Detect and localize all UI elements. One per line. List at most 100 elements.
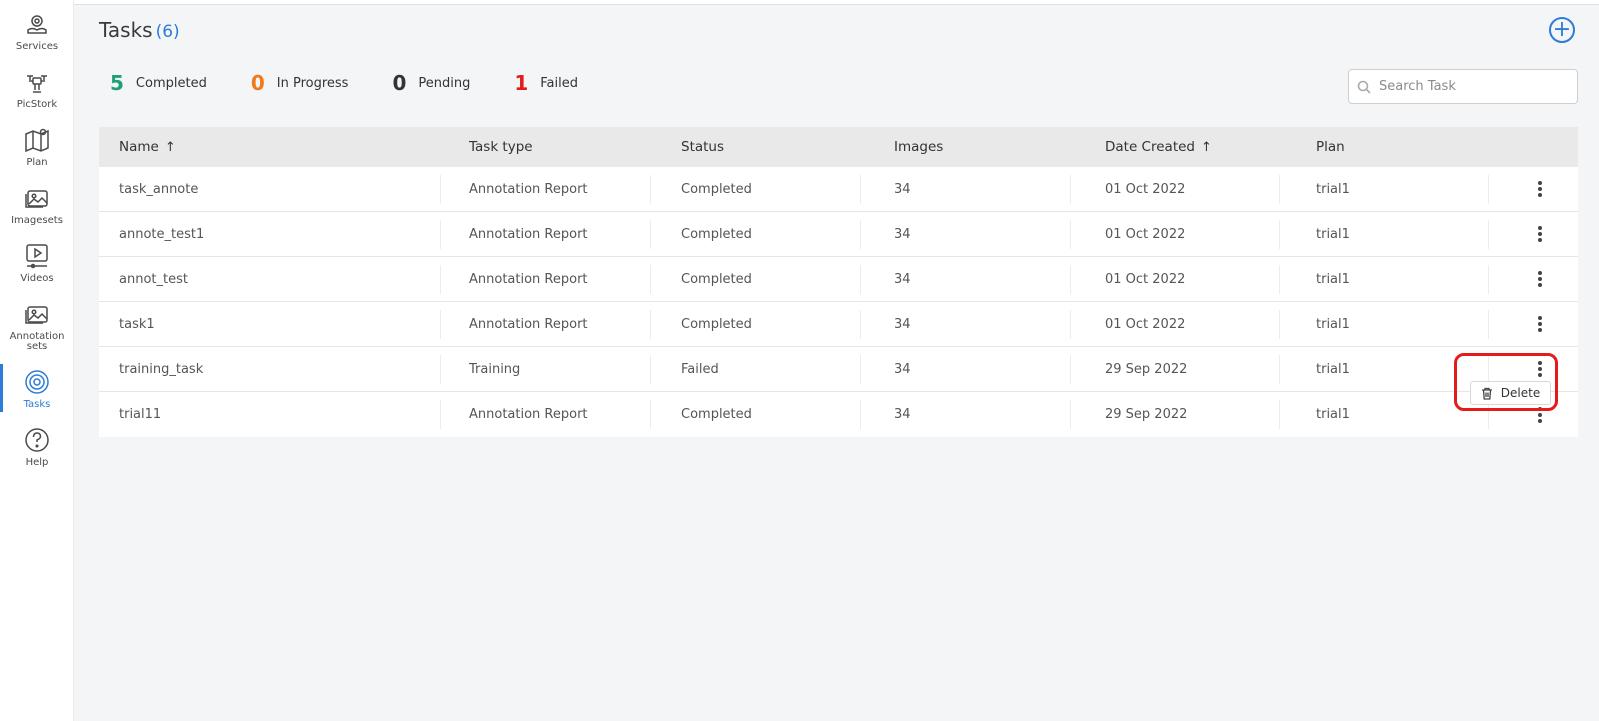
stat-label: Pending (418, 75, 471, 91)
sidebar-item-imagesets[interactable]: Imagesets (0, 184, 74, 226)
column-header-task-type[interactable]: Task type (469, 139, 533, 155)
cell-plan: trial1 (1316, 226, 1350, 242)
delete-menu-item[interactable]: Delete (1470, 381, 1551, 405)
row-menu-icon[interactable] (1531, 314, 1549, 334)
sidebar-item-picstork[interactable]: PicStork (0, 68, 74, 110)
column-divider (440, 220, 441, 249)
stat-number: 1 (514, 71, 529, 95)
column-label: Name (119, 139, 159, 155)
column-divider (1488, 310, 1489, 339)
row-menu-icon[interactable] (1531, 269, 1549, 289)
column-divider (860, 220, 861, 249)
cell-name: task1 (119, 316, 155, 332)
column-divider (1279, 220, 1280, 249)
active-indicator (0, 364, 3, 412)
sort-arrow-icon[interactable]: ↑ (1201, 140, 1212, 155)
sidebar-item-label: Annotation sets (9, 331, 65, 352)
row-menu-icon[interactable] (1531, 179, 1549, 199)
table-row[interactable]: task_annote Annotation Report Completed … (99, 167, 1578, 212)
stat-in-progress: 0 In Progress (251, 71, 349, 95)
cell-status: Completed (681, 271, 752, 287)
cell-status: Completed (681, 226, 752, 242)
column-divider (440, 265, 441, 294)
column-divider (650, 220, 651, 249)
table-row[interactable]: training_task Training Failed 34 29 Sep … (99, 347, 1578, 392)
sidebar-item-videos[interactable]: Videos (0, 242, 74, 284)
images-icon (25, 190, 48, 208)
sidebar-item-annotation-sets[interactable]: Annotation sets (0, 300, 74, 352)
sidebar-item-services[interactable]: Services (0, 10, 74, 52)
column-divider (1279, 310, 1280, 339)
stat-number: 5 (110, 71, 124, 95)
cell-images: 34 (894, 271, 911, 287)
search-input[interactable] (1379, 79, 1569, 94)
column-divider (650, 265, 651, 294)
task-count: (6) (155, 22, 180, 42)
column-divider (440, 310, 441, 339)
column-divider (440, 355, 441, 384)
sidebar-item-plan[interactable]: Plan (0, 126, 74, 168)
stat-completed: 5 Completed (110, 71, 207, 95)
sort-arrow-icon[interactable]: ↑ (165, 140, 176, 155)
column-header-status[interactable]: Status (681, 139, 724, 155)
sidebar-item-help[interactable]: Help (0, 426, 74, 468)
sidebar-item-tasks[interactable]: Tasks (0, 364, 74, 412)
column-divider (1279, 355, 1280, 384)
column-divider (1070, 400, 1071, 429)
table-row[interactable]: annote_test1 Annotation Report Completed… (99, 212, 1578, 257)
stat-pending: 0 Pending (392, 71, 470, 95)
column-header-plan[interactable]: Plan (1316, 139, 1345, 155)
cell-status: Completed (681, 316, 752, 332)
cell-name: annot_test (119, 271, 188, 287)
row-menu-icon[interactable] (1531, 405, 1549, 425)
annotation-icon (25, 306, 48, 324)
table-row[interactable]: annot_test Annotation Report Completed 3… (99, 257, 1578, 302)
column-divider (1488, 355, 1489, 384)
video-icon (26, 244, 48, 269)
table-row[interactable]: task1 Annotation Report Completed 34 01 … (99, 302, 1578, 347)
cell-images: 34 (894, 316, 911, 332)
column-divider (860, 400, 861, 429)
column-header-date-created[interactable]: Date Created ↑ (1105, 139, 1212, 155)
column-divider (650, 310, 651, 339)
add-task-button[interactable]: + (1549, 17, 1575, 43)
tasks-table: Name ↑ Task type Status Images Date Creat… (99, 127, 1578, 437)
plus-circle-icon: + (1552, 17, 1572, 42)
cell-images: 34 (894, 226, 911, 242)
tasks-icon (25, 370, 49, 394)
column-divider (1279, 400, 1280, 429)
row-menu-icon[interactable] (1531, 224, 1549, 244)
sidebar-item-label: Videos (20, 273, 54, 284)
column-divider (1070, 175, 1071, 204)
cell-name: trial11 (119, 407, 162, 422)
sidebar-item-label: Imagesets (11, 215, 63, 226)
cell-task-type: Annotation Report (469, 271, 588, 287)
column-divider (650, 400, 651, 429)
column-divider (1279, 175, 1280, 204)
page-title-text: Tasks (99, 18, 153, 42)
table-header: Name ↑ Task type Status Images Date Creat… (99, 127, 1578, 167)
help-icon (25, 428, 49, 452)
column-divider (440, 400, 441, 429)
column-divider (650, 175, 651, 204)
trash-icon (1481, 387, 1492, 400)
page-title: Tasks (6) (99, 18, 180, 42)
column-header-images[interactable]: Images (894, 139, 943, 155)
cell-plan: trial1 (1316, 316, 1350, 332)
column-divider (1070, 310, 1071, 339)
column-divider (1279, 265, 1280, 294)
column-label: Date Created (1105, 139, 1195, 155)
stat-label: Failed (540, 75, 578, 91)
table-row[interactable]: trial11 Annotation Report Completed 34 2… (99, 392, 1578, 437)
cell-plan: trial1 (1316, 181, 1350, 197)
column-divider (860, 310, 861, 339)
drone-icon (27, 75, 47, 93)
cell-date-created: 01 Oct 2022 (1105, 226, 1186, 242)
search-icon (1357, 80, 1371, 94)
column-divider (1488, 265, 1489, 294)
row-menu-icon[interactable] (1531, 359, 1549, 379)
column-divider (440, 175, 441, 204)
column-header-name[interactable]: Name ↑ (119, 139, 176, 155)
cell-status: Completed (681, 407, 752, 422)
column-divider (860, 265, 861, 294)
